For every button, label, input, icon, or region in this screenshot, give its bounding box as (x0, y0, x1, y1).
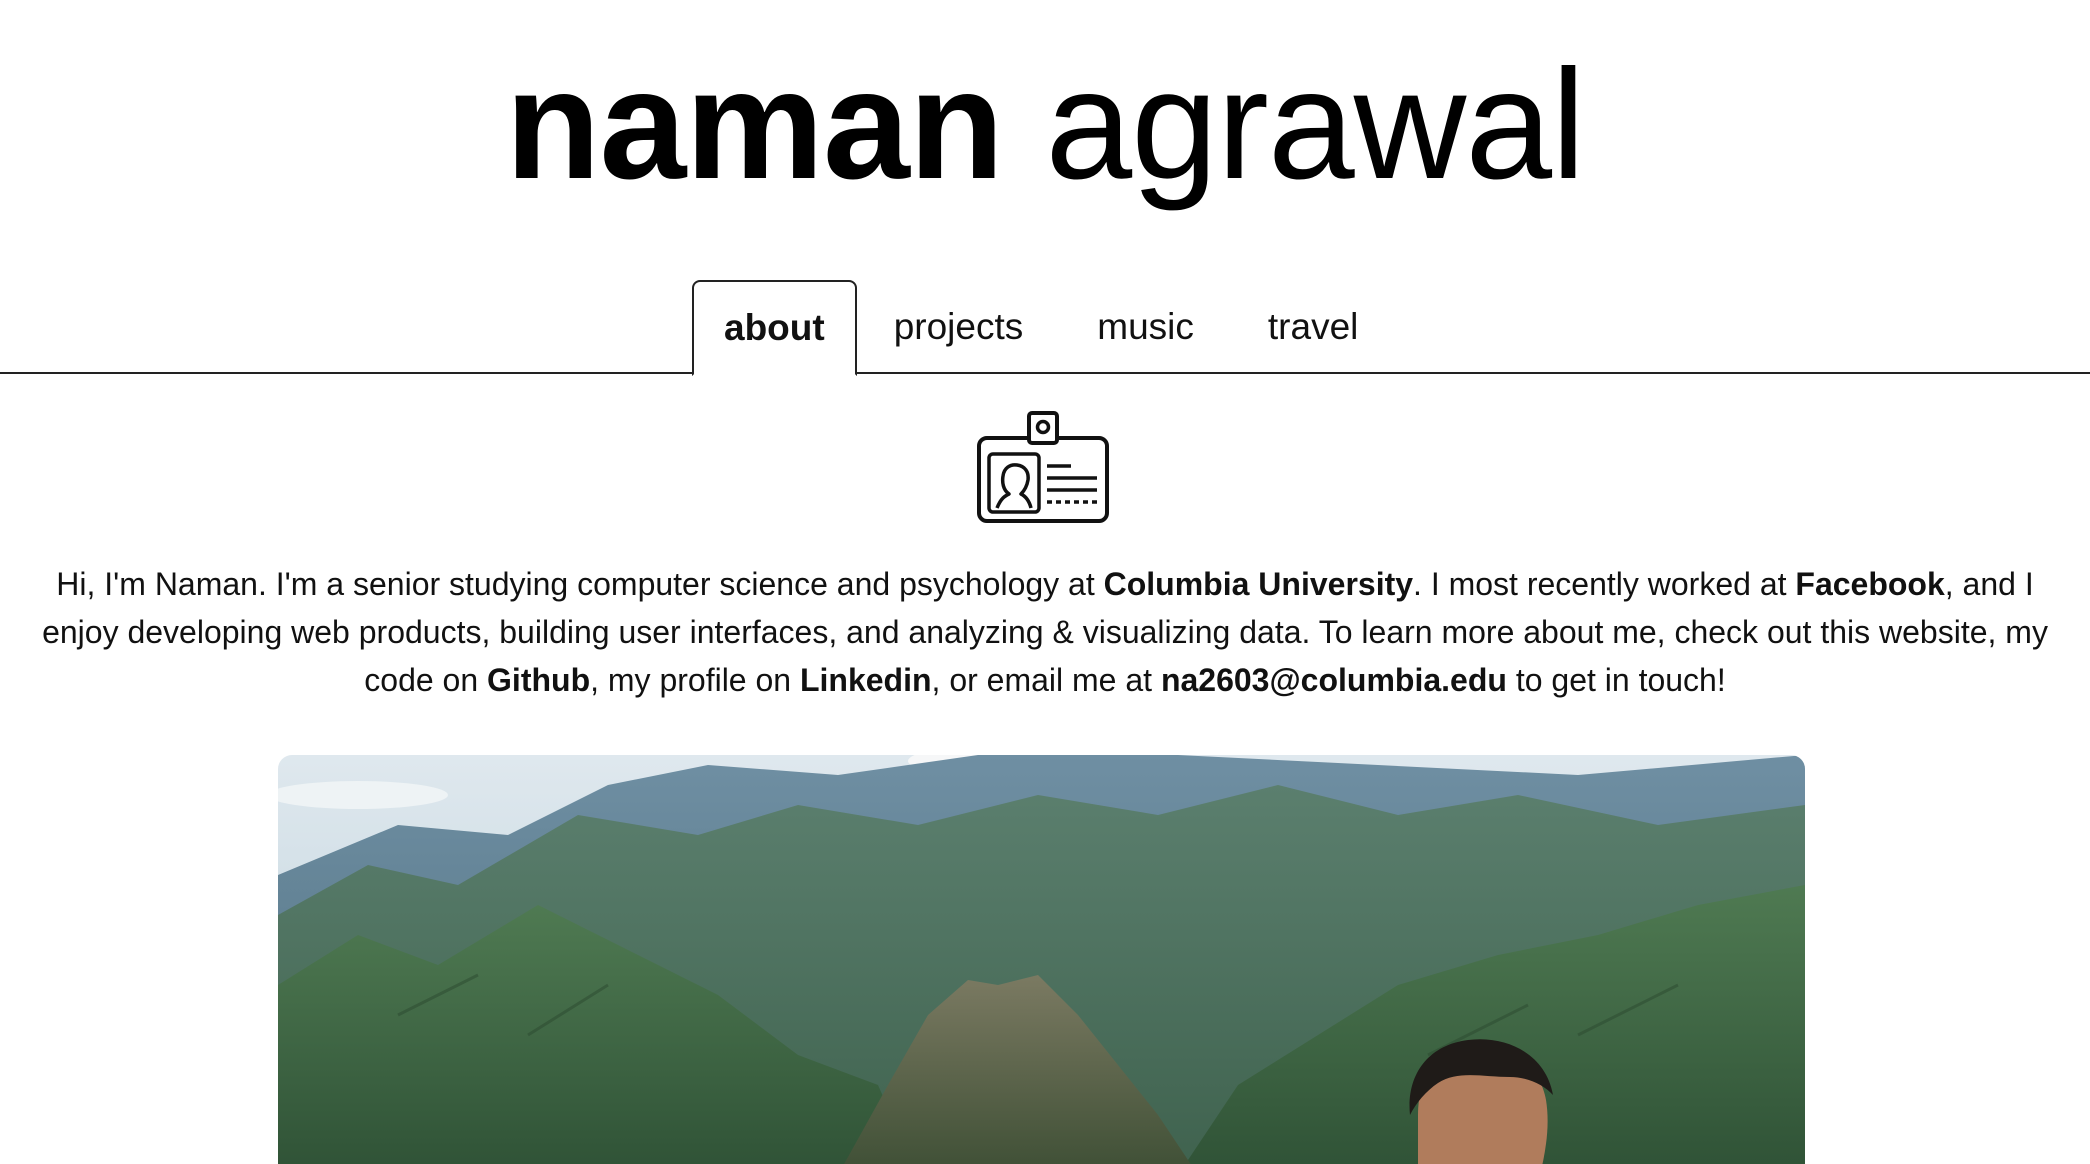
company-name: Facebook (1795, 566, 1945, 602)
tab-bar: about projects music travel (692, 280, 1395, 376)
site-title-last: agrawal (1045, 38, 1585, 212)
mountain-landscape-photo (278, 755, 1805, 1164)
site-title: naman agrawal (0, 38, 2090, 212)
tab-music[interactable]: music (1060, 280, 1231, 374)
intro-paragraph: Hi, I'm Naman. I'm a senior studying com… (40, 560, 2050, 704)
intro-text-5: , or email me at (931, 662, 1161, 698)
person-figure (1409, 1039, 1553, 1164)
intro-text-1: Hi, I'm Naman. I'm a senior studying com… (56, 566, 1104, 602)
university-name: Columbia University (1103, 566, 1414, 602)
intro-text-4: , my profile on (590, 662, 800, 698)
tab-travel[interactable]: travel (1231, 280, 1395, 374)
github-link[interactable]: Github (487, 662, 590, 698)
page: naman agrawal about projects music trave… (0, 0, 2090, 1164)
linkedin-link[interactable]: Linkedin (800, 662, 932, 698)
site-title-first: naman (505, 38, 1004, 212)
tab-projects[interactable]: projects (857, 280, 1061, 374)
tab-about[interactable]: about (692, 280, 857, 376)
intro-text-2: . I most recently worked at (1413, 566, 1796, 602)
intro-text-6: to get in touch! (1506, 662, 1726, 698)
email-link[interactable]: na2603@columbia.edu (1161, 662, 1507, 698)
id-badge-icon (977, 411, 1109, 523)
landscape-illustration (278, 755, 1805, 1164)
